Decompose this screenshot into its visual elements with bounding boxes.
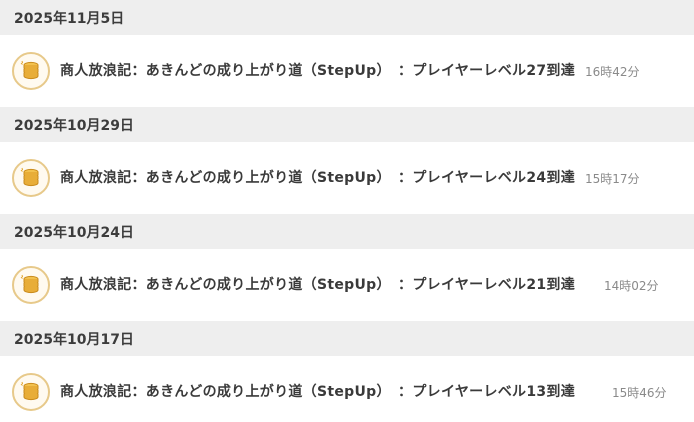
date-label: 2025年10月29日: [14, 117, 134, 134]
achievement-entry[interactable]: 商人放浪記：あきんどの成り上がり道（StepUp） ：プレイヤーレベル21到達 …: [0, 249, 694, 321]
achievement-entry[interactable]: 商人放浪記：あきんどの成り上がり道（StepUp） ：プレイヤーレベル13到達 …: [0, 356, 694, 422]
coin-stack-icon: [12, 266, 50, 304]
date-label: 2025年10月17日: [14, 331, 134, 348]
achievement-time: 15時17分: [585, 171, 640, 186]
date-label: 2025年10月24日: [14, 224, 134, 241]
coin-stack-icon: [12, 159, 50, 197]
date-header: 2025年10月17日: [0, 321, 694, 356]
coin-stack-icon: [12, 373, 50, 411]
achievement-time: 14時02分: [604, 278, 659, 293]
coin-stack-icon: [12, 52, 50, 90]
achievement-entry[interactable]: 商人放浪記：あきんどの成り上がり道（StepUp） ：プレイヤーレベル27到達 …: [0, 35, 694, 107]
achievement-title: 商人放浪記：あきんどの成り上がり道（StepUp） ：プレイヤーレベル24到達: [60, 169, 576, 186]
achievement-time: 15時46分: [612, 385, 667, 400]
achievement-title: 商人放浪記：あきんどの成り上がり道（StepUp） ：プレイヤーレベル21到達: [60, 276, 576, 293]
date-header: 2025年10月24日: [0, 214, 694, 249]
achievement-title: 商人放浪記：あきんどの成り上がり道（StepUp） ：プレイヤーレベル27到達: [60, 62, 576, 79]
achievement-title: 商人放浪記：あきんどの成り上がり道（StepUp） ：プレイヤーレベル13到達: [60, 383, 576, 400]
achievement-entry[interactable]: 商人放浪記：あきんどの成り上がり道（StepUp） ：プレイヤーレベル24到達 …: [0, 142, 694, 214]
date-header: 2025年11月5日: [0, 0, 694, 35]
date-header: 2025年10月29日: [0, 107, 694, 142]
achievement-time: 16時42分: [585, 64, 640, 79]
date-label: 2025年11月5日: [14, 10, 125, 27]
achievement-feed: 2025年11月5日 商人放浪記：あきんどの成り上がり道（StepUp） ：プレ…: [0, 0, 694, 422]
